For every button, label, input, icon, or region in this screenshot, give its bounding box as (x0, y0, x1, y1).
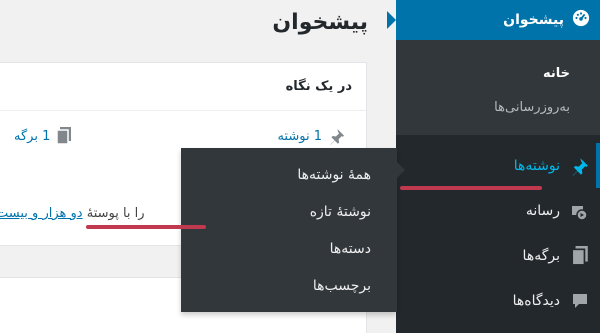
sidebar-item-posts[interactable]: نوشته‌ها (396, 143, 600, 188)
posts-flyout-menu: همهٔ نوشته‌ها نوشتهٔ تازه دسته‌ها برچسب‌… (181, 148, 405, 312)
sidebar-item-comments[interactable]: دیدگاه‌ها (396, 278, 600, 323)
submenu-item-home[interactable]: خانه (396, 56, 600, 90)
pages-icon (56, 127, 72, 145)
flyout-item-categories[interactable]: دسته‌ها (181, 230, 397, 267)
dashboard-submenu: خانه به‌روزرسانی‌ها (396, 40, 600, 135)
sidebar-item-pages[interactable]: برگه‌ها (396, 233, 600, 278)
admin-sidebar: پیشخوان خانه به‌روزرسانی‌ها نوشته‌ها رسا… (396, 0, 600, 333)
sidebar-item-media-label: رسانه (525, 202, 560, 219)
page-title: پیشخوان (272, 10, 368, 35)
theme-link[interactable]: دو هزار و بیست (0, 206, 83, 221)
widget-title: در یک نگاه (285, 79, 352, 94)
comment-icon (570, 291, 590, 311)
sidebar-item-dashboard[interactable]: پیشخوان (396, 0, 600, 40)
theme-line: را با پوستهٔ دو هزار و بیست (0, 206, 145, 221)
pushpin-icon (328, 127, 346, 145)
pushpin-icon (570, 156, 590, 176)
theme-line-text: را با پوستهٔ (86, 206, 145, 221)
posts-count-link[interactable]: 1 نوشته (277, 127, 346, 145)
pages-icon (570, 245, 590, 266)
flyout-item-all-posts[interactable]: همهٔ نوشته‌ها (181, 156, 397, 193)
media-icon (570, 201, 590, 221)
sidebar-item-dashboard-label: پیشخوان (503, 12, 564, 28)
highlight-underline-new-post (86, 225, 206, 229)
flyout-item-add-new[interactable]: نوشتهٔ تازه (181, 193, 397, 230)
sidebar-item-pages-label: برگه‌ها (522, 247, 560, 264)
pages-count-link[interactable]: 1 برگه (14, 127, 72, 145)
sidebar-item-posts-label: نوشته‌ها (513, 157, 560, 174)
flyout-item-tags[interactable]: برچسب‌ها (181, 267, 397, 304)
posts-count-label: 1 نوشته (277, 128, 322, 144)
submenu-item-updates[interactable]: به‌روزرسانی‌ها (396, 90, 600, 124)
widget-header[interactable]: در یک نگاه (0, 63, 366, 111)
dashboard-gauge-icon (572, 9, 590, 31)
sidebar-item-comments-label: دیدگاه‌ها (512, 292, 560, 309)
sidebar-item-media[interactable]: رسانه (396, 188, 600, 233)
pages-count-label: 1 برگه (14, 128, 51, 144)
highlight-underline-posts (400, 186, 542, 190)
